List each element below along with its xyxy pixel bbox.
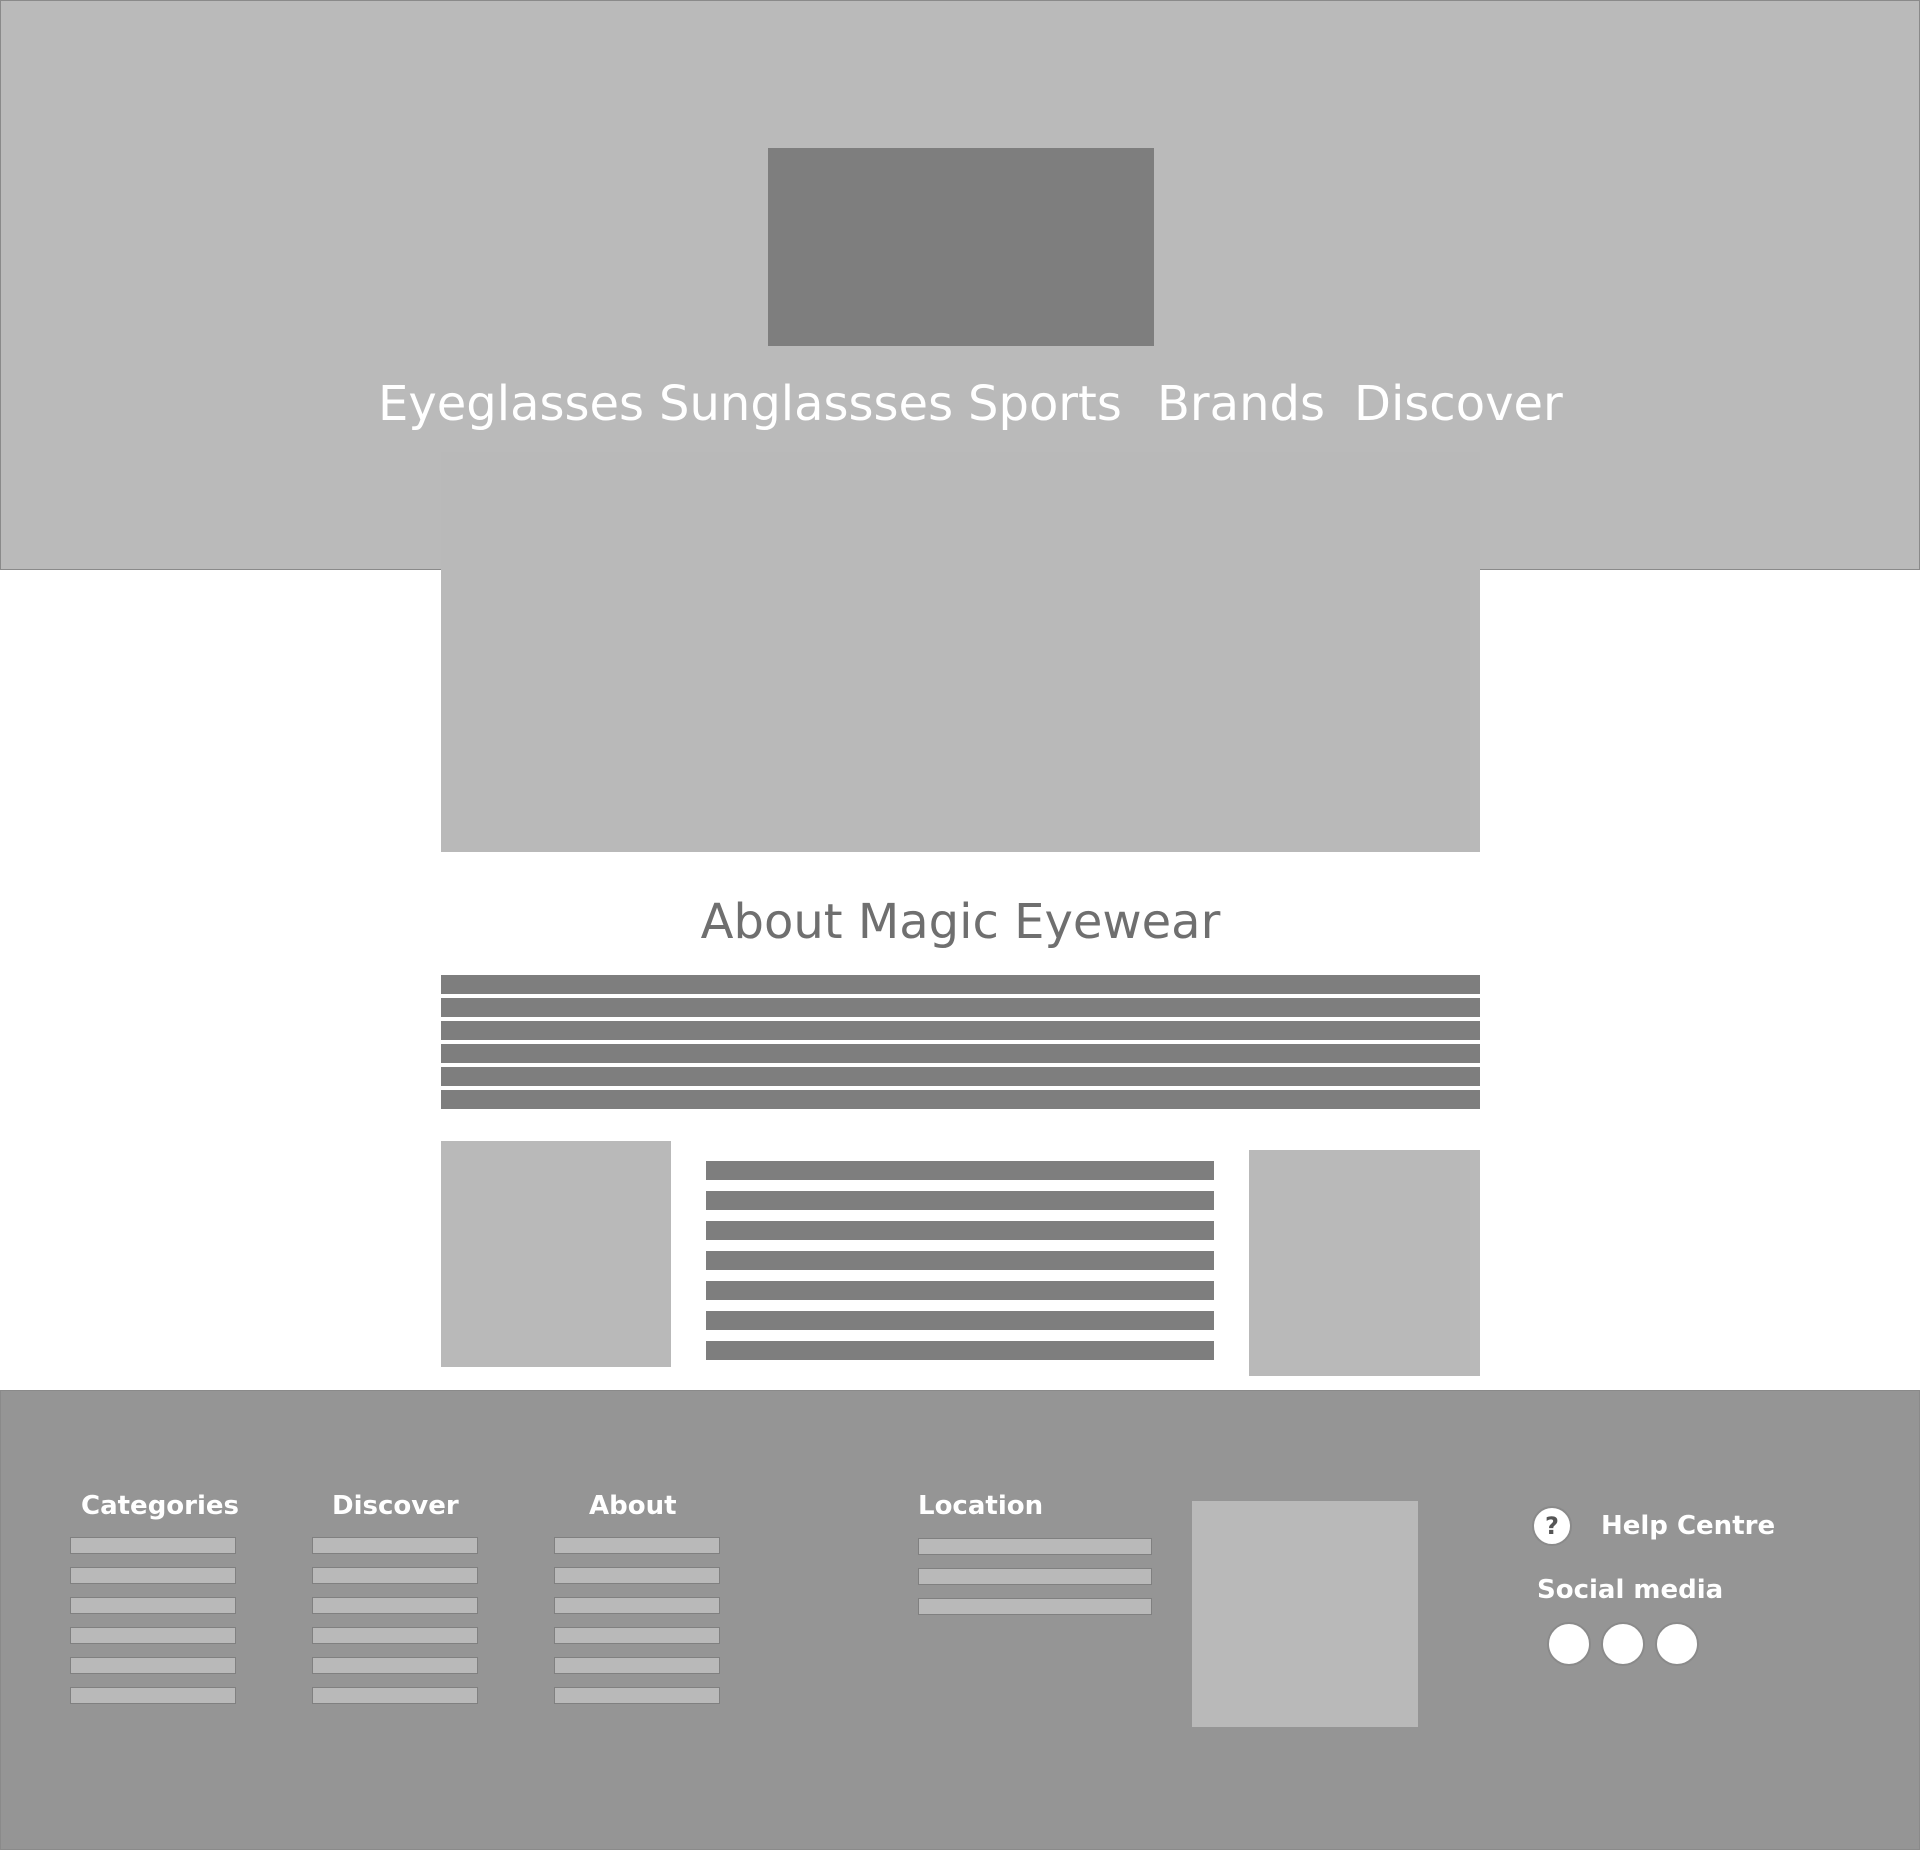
about-title: About Magic Eyewear xyxy=(700,894,1221,950)
footer-heading-social: Social media xyxy=(1537,1575,1724,1605)
text-line xyxy=(706,1161,1214,1180)
footer-link-discover[interactable] xyxy=(312,1627,478,1644)
footer-link-about[interactable] xyxy=(554,1567,720,1584)
social-icon[interactable] xyxy=(1601,1622,1645,1666)
footer-link-about[interactable] xyxy=(554,1627,720,1644)
site-footer xyxy=(0,1390,1920,1850)
footer-link-categories[interactable] xyxy=(70,1657,236,1674)
text-line xyxy=(441,1021,1480,1040)
footer-heading-discover: Discover xyxy=(332,1491,459,1521)
footer-link-discover[interactable] xyxy=(312,1687,478,1704)
social-icon[interactable] xyxy=(1655,1622,1699,1666)
footer-link-about[interactable] xyxy=(554,1597,720,1614)
footer-link-categories[interactable] xyxy=(70,1537,236,1554)
footer-link-discover[interactable] xyxy=(312,1567,478,1584)
nav-item-brands[interactable]: Brands xyxy=(1157,373,1325,435)
text-line xyxy=(706,1251,1214,1270)
text-line xyxy=(706,1341,1214,1360)
about-image-right xyxy=(1249,1150,1480,1376)
about-image-left xyxy=(441,1141,671,1367)
footer-link-categories[interactable] xyxy=(70,1597,236,1614)
text-line xyxy=(441,1067,1480,1086)
footer-link-categories[interactable] xyxy=(70,1627,236,1644)
text-line xyxy=(706,1221,1214,1240)
text-line xyxy=(441,1044,1480,1063)
text-line xyxy=(441,1090,1480,1109)
logo-placeholder[interactable] xyxy=(768,148,1154,346)
text-line xyxy=(706,1191,1214,1210)
nav-item-discover[interactable]: Discover xyxy=(1354,373,1563,435)
footer-heading-about: About xyxy=(589,1491,677,1521)
text-line xyxy=(441,975,1480,994)
footer-heading-location: Location xyxy=(918,1491,1044,1521)
nav-item-eyeglasses[interactable]: Eyeglasses xyxy=(378,373,644,435)
location-map-placeholder[interactable] xyxy=(1192,1501,1418,1727)
footer-link-discover[interactable] xyxy=(312,1597,478,1614)
help-centre-link[interactable]: Help Centre xyxy=(1601,1509,1775,1543)
main-nav: Eyeglasses Sunglassses Sports Brands Dis… xyxy=(1,373,1920,435)
footer-link-categories[interactable] xyxy=(70,1687,236,1704)
footer-location-line xyxy=(918,1568,1152,1585)
help-icon[interactable]: ? xyxy=(1532,1506,1572,1546)
footer-link-about[interactable] xyxy=(554,1537,720,1554)
text-line xyxy=(706,1311,1214,1330)
footer-link-about[interactable] xyxy=(554,1687,720,1704)
footer-location-line xyxy=(918,1598,1152,1615)
nav-item-sunglasses[interactable]: Sunglassses xyxy=(659,373,953,435)
text-line xyxy=(441,998,1480,1017)
footer-location-line xyxy=(918,1538,1152,1555)
footer-link-discover[interactable] xyxy=(312,1657,478,1674)
nav-item-sports[interactable]: Sports xyxy=(968,373,1122,435)
footer-heading-categories: Categories xyxy=(81,1491,240,1521)
footer-link-discover[interactable] xyxy=(312,1537,478,1554)
hero-image-placeholder xyxy=(441,452,1480,852)
social-icon[interactable] xyxy=(1547,1622,1591,1666)
footer-link-categories[interactable] xyxy=(70,1567,236,1584)
text-line xyxy=(706,1281,1214,1300)
footer-link-about[interactable] xyxy=(554,1657,720,1674)
page: Eyeglasses Sunglassses Sports Brands Dis… xyxy=(0,0,1920,1850)
